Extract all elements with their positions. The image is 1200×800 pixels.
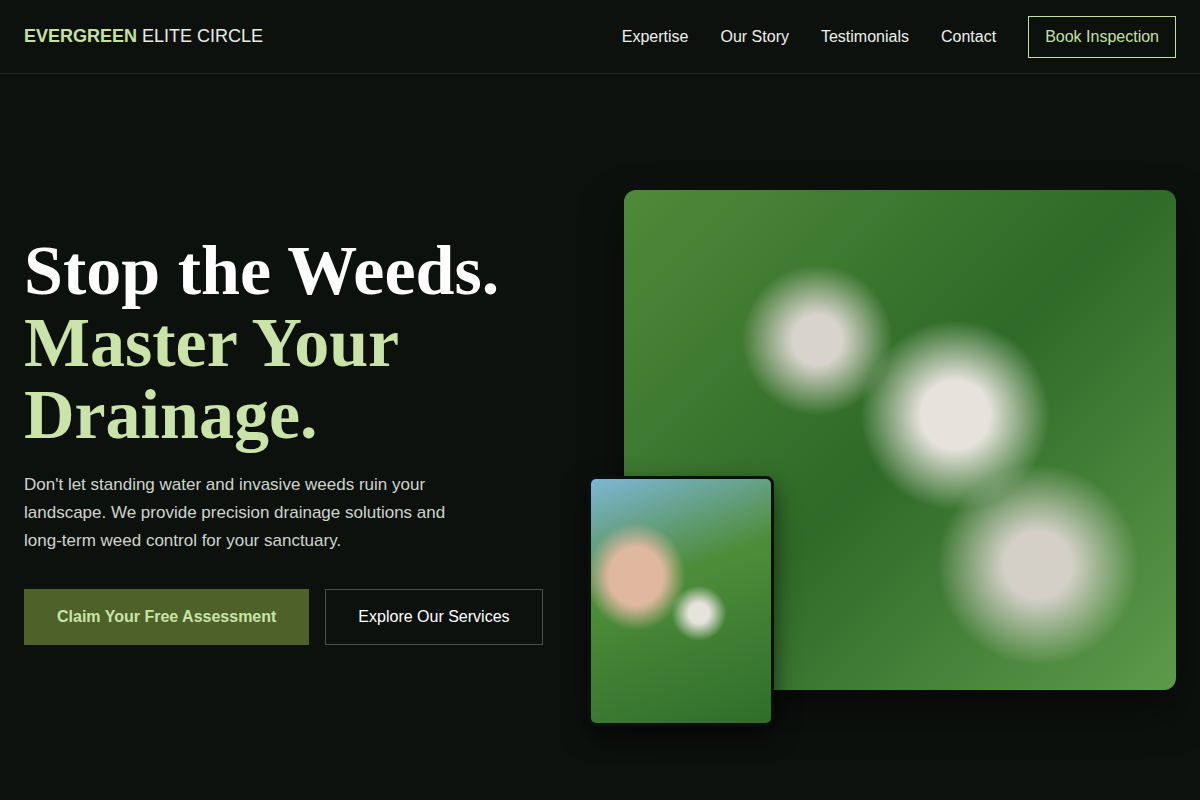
hero-copy: Stop the Weeds.Master Your Drainage. Don'… bbox=[24, 235, 584, 645]
nav-link[interactable]: Contact bbox=[941, 28, 996, 46]
book-inspection-button[interactable]: Book Inspection bbox=[1028, 16, 1176, 58]
hero-title-line: Stop the Weeds. bbox=[24, 235, 584, 307]
hero-section: Stop the Weeds.Master Your Drainage. Don'… bbox=[0, 74, 1200, 750]
hero-gallery bbox=[624, 190, 1176, 690]
main-nav: Expertise Our Story Testimonials Contact Boo… bbox=[622, 16, 1176, 58]
nav-link[interactable]: Expertise bbox=[622, 28, 689, 46]
landing-page: EVERGREENELITE CIRCLE Expertise Our Story T… bbox=[0, 0, 1200, 800]
assessment-button[interactable]: Claim Your Free Assessment bbox=[24, 589, 309, 645]
nav-link[interactable]: Testimonials bbox=[821, 28, 909, 46]
hand-plant-photo bbox=[588, 476, 774, 726]
site-header: EVERGREENELITE CIRCLE Expertise Our Story T… bbox=[0, 0, 1200, 74]
hero-description: Don't let standing water and invasive we… bbox=[24, 471, 454, 555]
nav-link[interactable]: Our Story bbox=[721, 28, 789, 46]
hero-actions: Claim Your Free Assessment Explore Our Se… bbox=[24, 589, 584, 645]
brand-logo[interactable]: EVERGREENELITE CIRCLE bbox=[24, 26, 263, 47]
services-button[interactable]: Explore Our Services bbox=[325, 589, 542, 645]
hero-title-line: Master Your Drainage. bbox=[24, 307, 584, 451]
hero-title: Stop the Weeds.Master Your Drainage. bbox=[24, 235, 584, 451]
